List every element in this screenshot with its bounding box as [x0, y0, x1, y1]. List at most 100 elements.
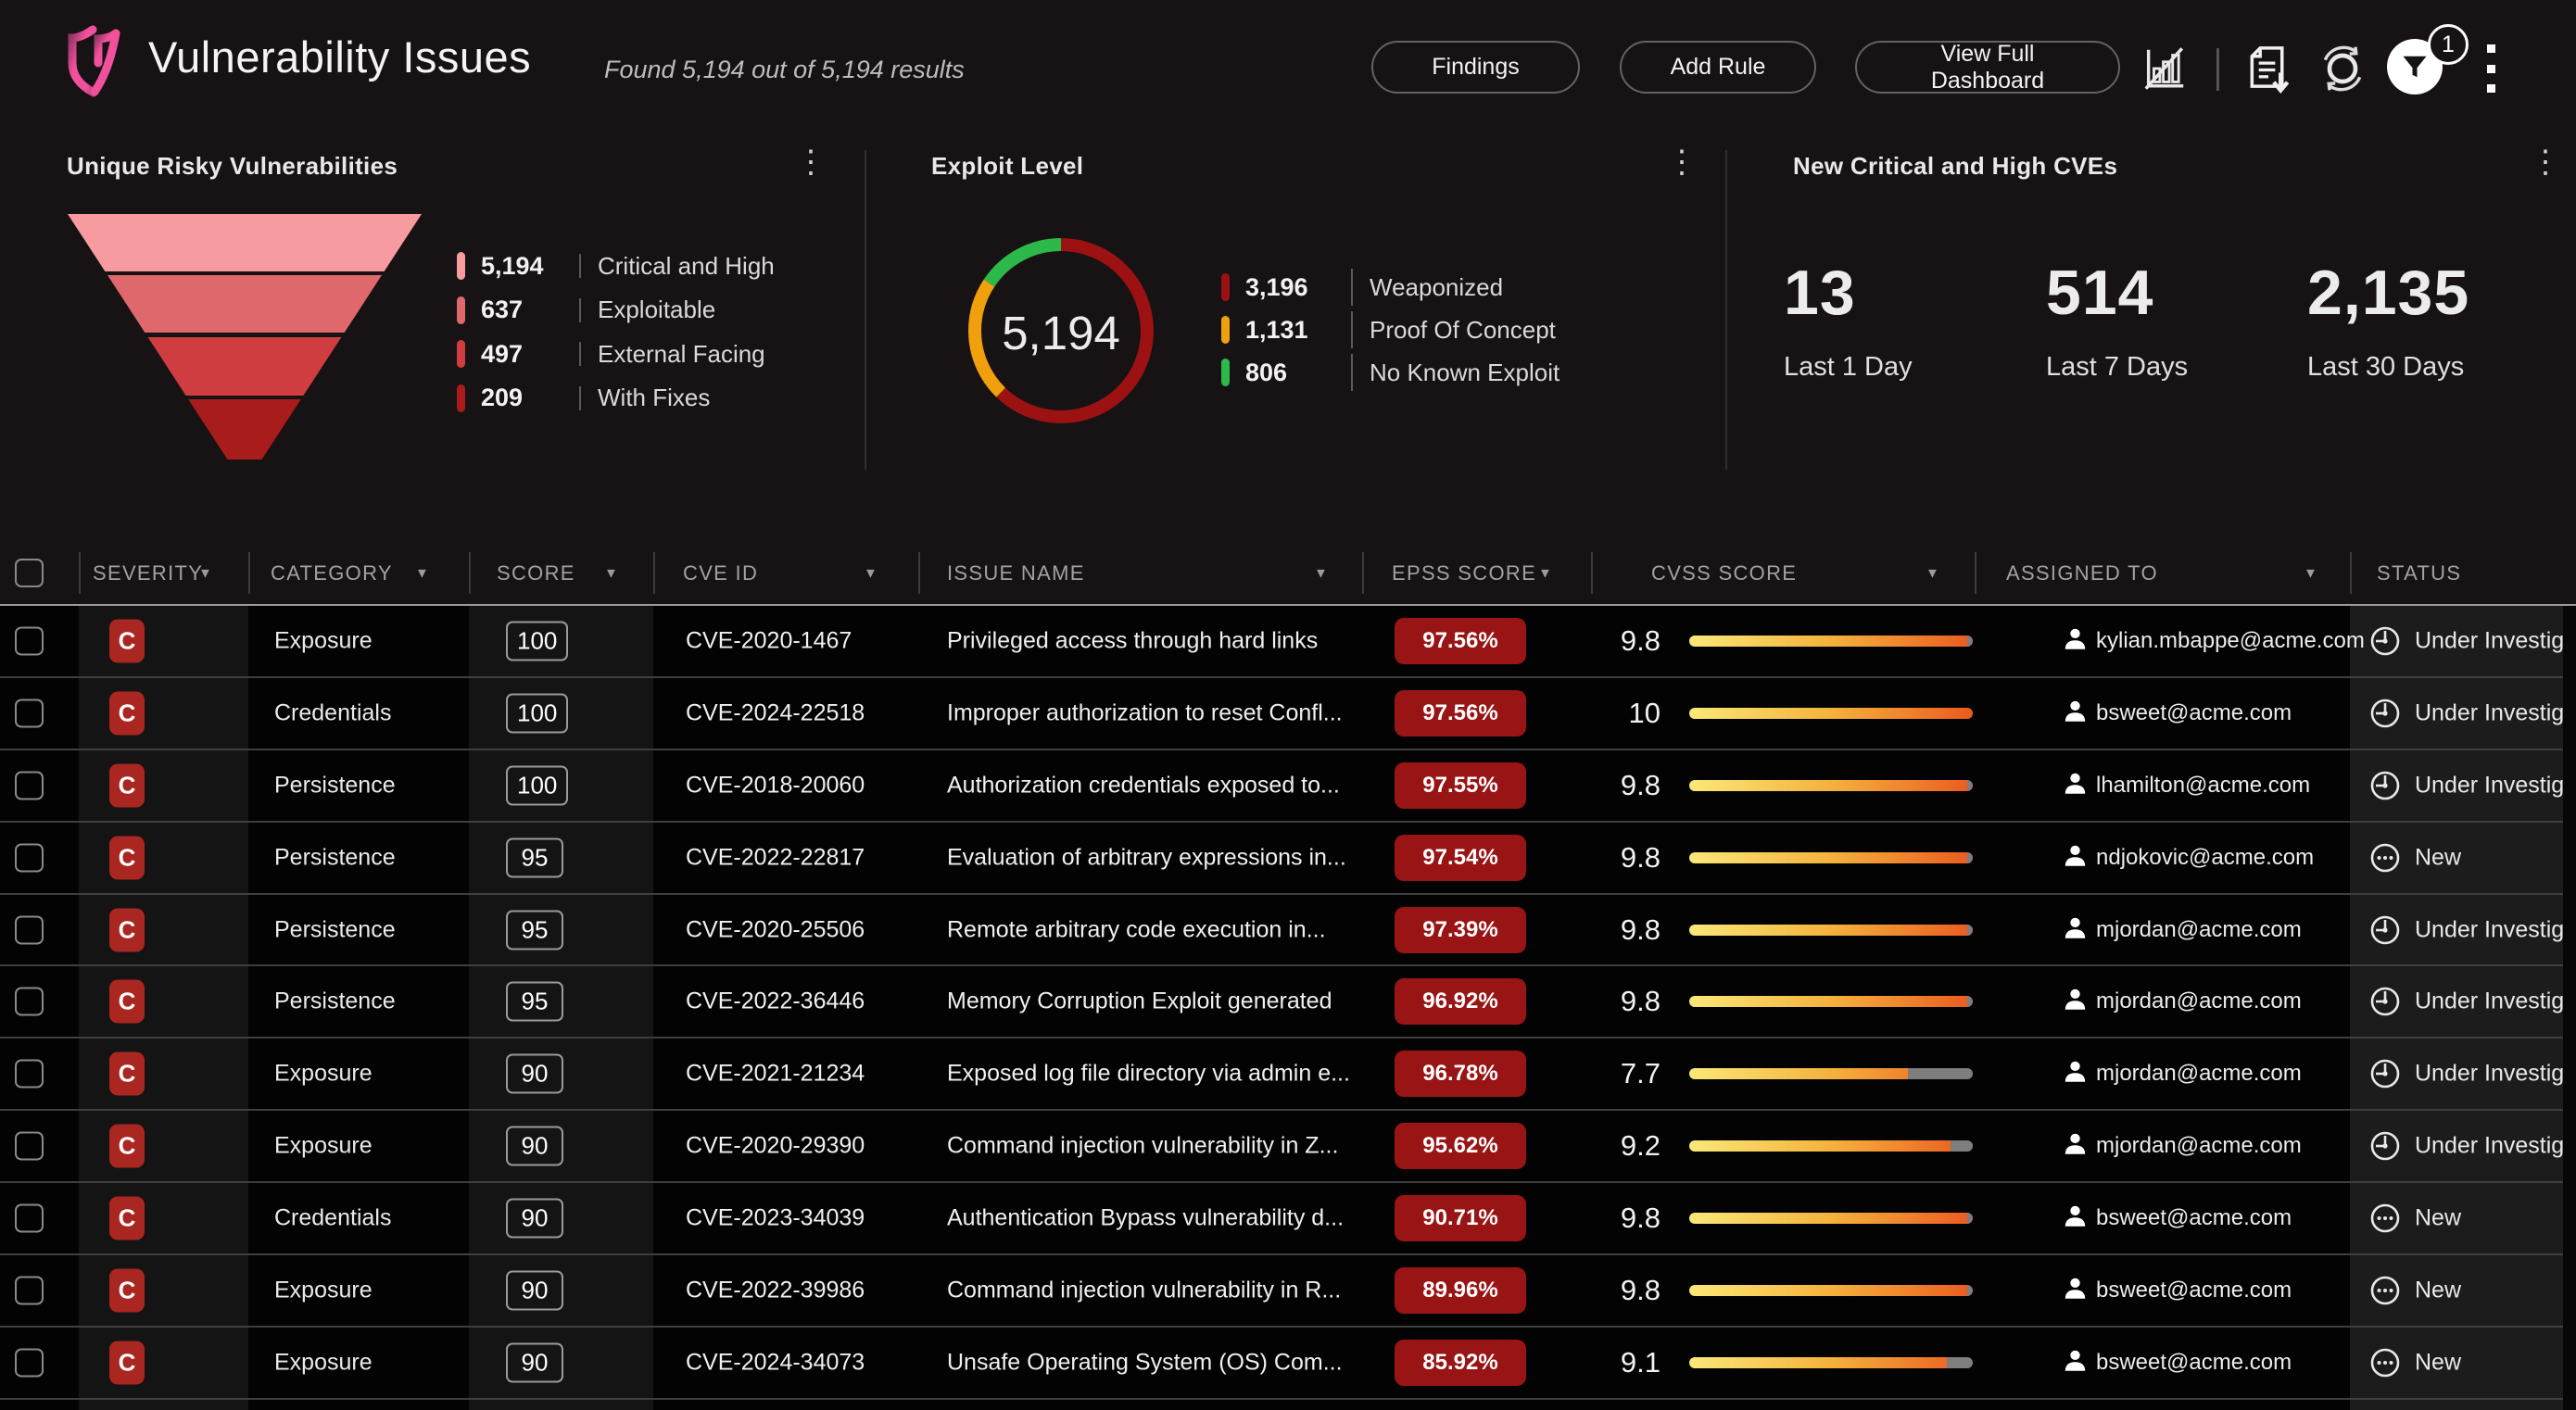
cvss-bar-remainder: [1967, 925, 1973, 936]
panel-kebab-icon[interactable]: ⋮: [1666, 146, 1698, 178]
filter-icon[interactable]: ▼: [864, 565, 878, 581]
filter-icon[interactable]: ▼: [1314, 565, 1328, 581]
donut-legend: 3,196 Weaponized 1,131Proof Of Concept 80…: [1221, 273, 1559, 401]
filter-icon[interactable]: ▼: [415, 565, 429, 581]
donut-total: 5,194: [968, 306, 1154, 360]
table-row[interactable]: C Exposure 90 CVE-2024-34073 Unsafe Oper…: [0, 1328, 2576, 1400]
table-row[interactable]: C Credentials 100 CVE-2024-22518 Imprope…: [0, 678, 2576, 750]
severity-badge: C: [109, 1052, 145, 1096]
panel-kebab-icon[interactable]: ⋮: [2530, 146, 2561, 178]
column-header-epss-score[interactable]: EPSS SCORE: [1392, 561, 1536, 585]
cvss-bar-remainder: [1967, 780, 1973, 791]
row-checkbox[interactable]: [15, 1276, 44, 1304]
row-checkbox[interactable]: [15, 843, 44, 872]
legend-value: 3,196: [1245, 273, 1334, 302]
epss-score-badge: 95.62%: [1395, 1123, 1526, 1169]
status-label: Under Investigation: [2415, 772, 2576, 799]
status-icon: [2368, 1274, 2402, 1307]
severity-badge: C: [109, 1125, 145, 1168]
findings-button[interactable]: Findings: [1371, 41, 1580, 94]
column-header-category[interactable]: CATEGORY: [271, 561, 393, 585]
column-header-severity[interactable]: SEVERITY: [93, 561, 203, 585]
row-checkbox[interactable]: [15, 988, 44, 1016]
row-checkbox[interactable]: [15, 699, 44, 727]
person-icon: [2063, 771, 2088, 800]
legend-marker: [1221, 273, 1230, 301]
category-cell: Exposure: [274, 1349, 373, 1376]
epss-score-badge: 89.96%: [1395, 1267, 1526, 1314]
select-all-checkbox[interactable]: [15, 559, 44, 587]
filter-icon[interactable]: ▼: [604, 565, 618, 581]
person-icon: [2063, 843, 2088, 873]
header-kebab-menu-icon[interactable]: [2487, 44, 2498, 93]
column-header-issue-name[interactable]: ISSUE NAME: [947, 561, 1085, 585]
filter-icon[interactable]: ▼: [2304, 565, 2317, 581]
assigned-to-email: mjordan@acme.com: [2096, 917, 2302, 943]
row-checkbox[interactable]: [15, 771, 44, 799]
row-checkbox[interactable]: [15, 1132, 44, 1161]
epss-score-badge: 97.56%: [1395, 690, 1526, 736]
table-row[interactable]: C Exposure 90 CVE-2022-39986 Command inj…: [0, 1255, 2576, 1328]
legend-item: 1,131Proof Of Concept: [1221, 316, 1559, 344]
table-row[interactable]: C Exposure 90 CVE-2021-21234 Exposed log…: [0, 1039, 2576, 1111]
table-row[interactable]: C Exposure 90 CVE-2020-29390 Command inj…: [0, 1111, 2576, 1183]
sync-refresh-icon[interactable]: [2317, 43, 2368, 94]
person-icon: [2063, 699, 2088, 728]
cvss-score-value: 9.8: [1575, 769, 1661, 802]
assigned-to-email: kylian.mbappe@acme.com: [2096, 628, 2365, 654]
clock-icon: [2368, 913, 2402, 947]
table-row[interactable]: C Persistence 95 CVE-2022-36446 Memory C…: [0, 966, 2576, 1039]
export-report-icon[interactable]: [2242, 43, 2294, 94]
cvss-score-bar: [1689, 1068, 1973, 1079]
category-cell: Credentials: [274, 699, 391, 726]
table-row[interactable]: C Exposure 100 CVE-2020-1467 Privileged …: [0, 606, 2576, 678]
funnel-chart: [68, 214, 422, 465]
legend-marker: [1221, 316, 1230, 344]
filter-icon[interactable]: ▼: [198, 565, 212, 581]
issue-name-cell: Authentication Bypass vulnerability d...: [947, 1205, 1351, 1232]
table-row[interactable]: C Persistence 100 CVE-2018-20060 Authori…: [0, 750, 2576, 823]
legend-value: 5,194: [481, 252, 562, 281]
clock-icon: [2368, 1129, 2402, 1163]
epss-score-badge: 97.56%: [1395, 618, 1526, 664]
panel-title-unique-risky: Unique Risky Vulnerabilities: [67, 152, 398, 181]
column-header-cvss-score[interactable]: CVSS SCORE: [1651, 561, 1797, 585]
table-header: SEVERITY▼ CATEGORY▼ SCORE▼ CVE ID▼ ISSUE…: [0, 542, 2576, 604]
panel-kebab-icon[interactable]: ⋮: [795, 146, 827, 178]
add-rule-button[interactable]: Add Rule: [1620, 41, 1816, 94]
severity-badge: C: [109, 619, 145, 662]
column-header-cve-id[interactable]: CVE ID: [683, 561, 758, 585]
cvss-score-bar: [1689, 1140, 1973, 1152]
chart-toggle-icon[interactable]: [2139, 43, 2191, 94]
view-full-dashboard-button[interactable]: View Full Dashboard: [1855, 41, 2120, 94]
score-box: 90: [506, 1270, 563, 1310]
filter-icon[interactable]: ▼: [1926, 565, 1939, 581]
row-checkbox[interactable]: [15, 1204, 44, 1233]
status-icon: [2368, 1346, 2402, 1379]
legend-item: 5,194Critical and High: [457, 252, 775, 280]
legend-item: 806No Known Exploit: [1221, 359, 1559, 386]
row-checkbox[interactable]: [15, 626, 44, 655]
legend-label: Weaponized: [1370, 273, 1503, 302]
cvss-score-value: 9.8: [1575, 1202, 1661, 1235]
severity-badge: C: [109, 908, 145, 951]
severity-badge: C: [109, 763, 145, 807]
score-box: 90: [506, 1342, 563, 1382]
cvss-score-value: 9.8: [1575, 624, 1661, 658]
row-checkbox[interactable]: [15, 1060, 44, 1089]
row-checkbox[interactable]: [15, 1348, 44, 1377]
column-header-status[interactable]: STATUS: [2377, 561, 2461, 585]
table-row[interactable]: C Persistence 95 CVE-2022-22817 Evaluati…: [0, 823, 2576, 895]
table-row[interactable]: C Persistence 95 CVE-2020-25506 Remote a…: [0, 895, 2576, 967]
scrollbar-gutter[interactable]: [2563, 606, 2576, 1410]
score-box: 90: [506, 1054, 563, 1094]
cve-id-cell: CVE-2022-22817: [686, 844, 865, 871]
cve-id-cell: CVE-2024-22518: [686, 699, 865, 726]
filter-icon[interactable]: ▼: [1538, 565, 1552, 581]
column-header-assigned-to[interactable]: ASSIGNED TO: [2006, 561, 2158, 585]
panel-title-new-cves: New Critical and High CVEs: [1793, 152, 2117, 181]
table-row[interactable]: C Credentials 90 CVE-2023-34039 Authenti…: [0, 1183, 2576, 1255]
notification-badge: 1: [2428, 24, 2469, 65]
row-checkbox[interactable]: [15, 915, 44, 944]
column-header-score[interactable]: SCORE: [497, 561, 575, 585]
